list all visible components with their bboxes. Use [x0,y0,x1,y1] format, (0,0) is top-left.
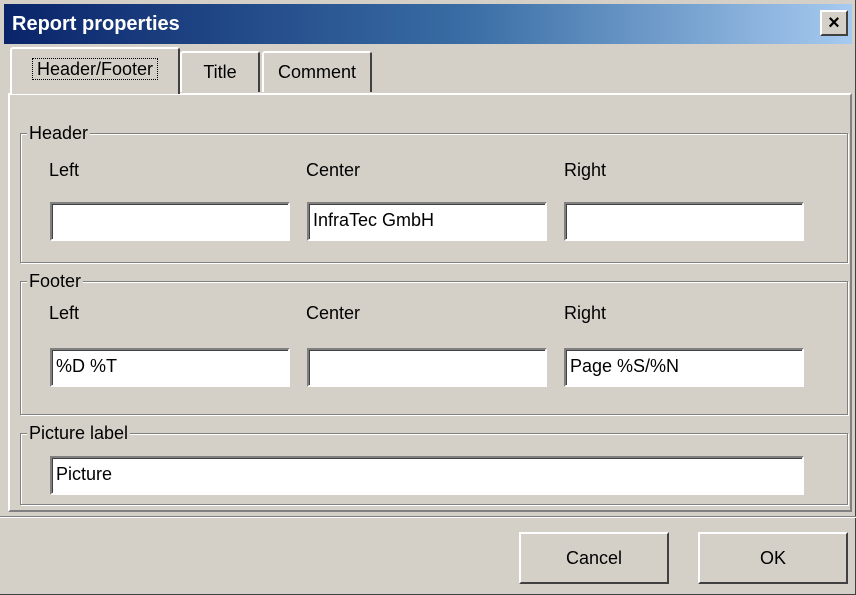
footer-right-label: Right [564,303,607,323]
header-left-input[interactable] [50,202,290,241]
picture-label-group: Picture label Picture [20,422,848,505]
footer-right-input[interactable]: Page %S/%N [564,348,804,387]
tab-title[interactable]: Title [180,51,260,92]
close-icon: × [828,12,840,34]
footer-left-label: Left [49,303,80,323]
header-left-label: Left [49,160,80,180]
cancel-button[interactable]: Cancel [519,532,669,584]
title-bar[interactable]: Report properties × [4,4,852,44]
report-properties-dialog: Report properties × Header/Footer Title … [0,0,856,595]
tab-header-footer[interactable]: Header/Footer [10,47,180,94]
picture-legend: Picture label [27,422,131,444]
picture-label-input[interactable]: Picture [50,456,804,495]
header-group: Header Left Center Right InfraTec GmbH [20,122,848,263]
tab-label: Comment [277,62,357,82]
header-right-label: Right [564,160,607,180]
footer-center-label: Center [306,303,361,323]
header-center-input[interactable]: InfraTec GmbH [307,202,547,241]
header-right-input[interactable] [564,202,804,241]
footer-legend: Footer [27,270,84,292]
footer-group: Footer Left Center Right %D %T Page %S/%… [20,270,848,415]
ok-button[interactable]: OK [698,532,848,584]
tab-label: Title [203,62,237,82]
button-separator [0,516,856,518]
header-legend: Header [27,122,91,144]
footer-left-input[interactable]: %D %T [50,348,290,387]
footer-center-input[interactable] [307,348,547,387]
tab-comment[interactable]: Comment [262,51,372,92]
window-title: Report properties [12,13,180,35]
header-center-label: Center [306,160,361,180]
close-button[interactable]: × [820,10,848,36]
tab-label: Header/Footer [31,58,159,80]
